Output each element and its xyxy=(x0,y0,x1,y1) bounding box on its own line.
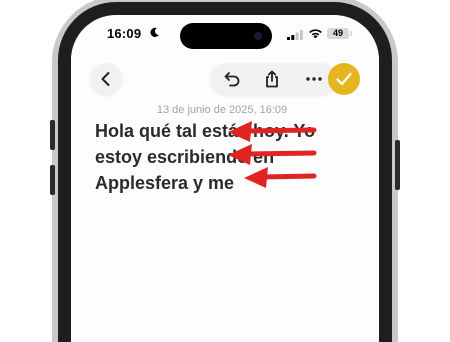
undo-button[interactable] xyxy=(214,63,250,95)
back-button[interactable] xyxy=(90,63,122,95)
undo-icon xyxy=(224,72,240,87)
more-button[interactable] xyxy=(296,63,332,95)
share-icon xyxy=(266,70,278,88)
share-button[interactable] xyxy=(254,63,290,95)
ellipsis-icon xyxy=(306,77,322,81)
action-group xyxy=(210,63,336,95)
checkmark-icon xyxy=(336,72,352,86)
status-bar: 16:09 49 xyxy=(71,15,379,49)
wifi-icon xyxy=(309,29,322,39)
note-toolbar xyxy=(71,63,379,99)
battery-level: 49 xyxy=(332,28,343,38)
phone-side-button xyxy=(50,120,55,150)
phone-side-button xyxy=(395,140,400,190)
phone-side-button xyxy=(50,165,55,195)
dynamic-island xyxy=(180,23,272,49)
note-date: 13 de junio de 2025, 16:09 xyxy=(156,104,288,116)
photo-background: 16:09 49 13 de junio de 2025, 16:09 Hola… xyxy=(0,0,450,342)
phone-screen: 16:09 49 13 de junio de 2025, 16:09 Hola… xyxy=(71,15,379,305)
status-time: 16:09 xyxy=(107,26,142,41)
cellular-signal-icon xyxy=(287,30,303,40)
chevron-left-icon xyxy=(101,72,110,86)
done-button[interactable] xyxy=(328,63,360,95)
camera-dot xyxy=(254,32,262,40)
note-body-text[interactable]: Hola qué tal estás hoy. Yo estoy escribi… xyxy=(95,118,345,196)
battery-icon: 49 xyxy=(327,28,352,39)
moon-icon xyxy=(150,27,159,37)
